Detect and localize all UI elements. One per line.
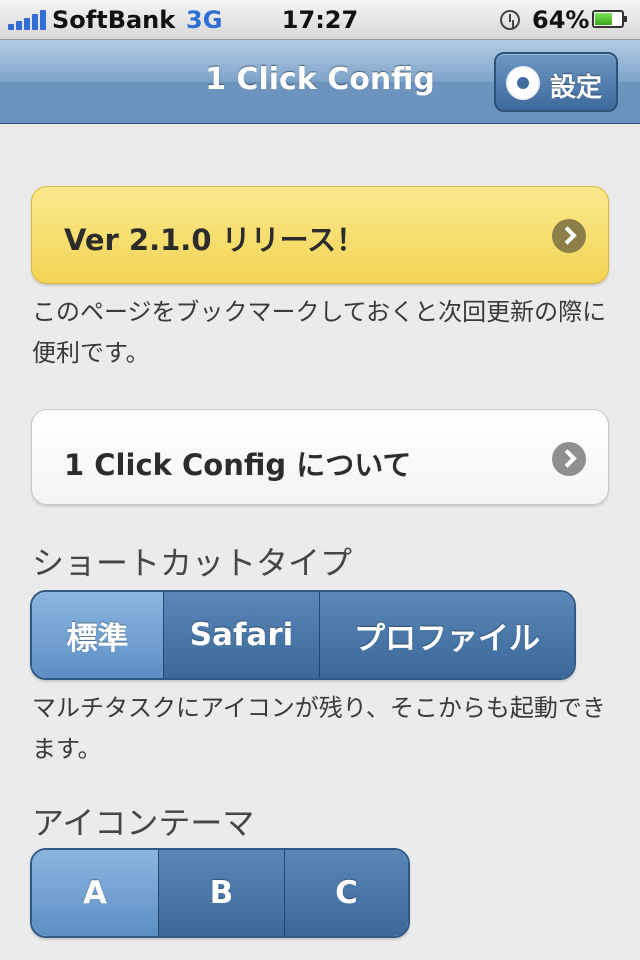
release-banner-button[interactable]: Ver 2.1.0 リリース！ <box>31 186 609 284</box>
bookmark-note: このページをブックマークしておくと次回更新の際に便利です。 <box>32 298 607 367</box>
about-button[interactable]: 1 Click Config について <box>31 409 609 505</box>
settings-label: 設定 <box>550 73 603 103</box>
icon-theme-heading: アイコンテーマ <box>32 804 255 842</box>
chevron-right-icon <box>552 442 586 476</box>
battery-percentage: 64% <box>532 6 590 34</box>
segment-safari[interactable]: Safari <box>163 592 319 678</box>
icon-theme-segmented-control: A B C <box>30 848 410 938</box>
segment-profile[interactable]: プロファイル <box>319 592 574 678</box>
battery-icon <box>592 10 627 28</box>
shortcut-type-segmented-control: 標準 Safari プロファイル <box>30 590 576 680</box>
alarm-clock-icon <box>500 10 520 30</box>
release-banner-label: Ver 2.1.0 リリース！ <box>64 223 366 257</box>
segment-standard[interactable]: 標準 <box>32 592 163 678</box>
about-label: 1 Click Config について <box>64 448 412 482</box>
multitask-note: マルチタスクにアイコンが残り、そこからも起動できます。 <box>32 694 606 763</box>
settings-button[interactable]: 設定 <box>494 52 618 112</box>
status-bar: SoftBank 3G 17:27 64% <box>0 0 640 40</box>
chevron-right-icon <box>552 219 586 253</box>
gear-icon <box>508 68 538 98</box>
segment-theme-a[interactable]: A <box>32 850 158 936</box>
segment-theme-b[interactable]: B <box>158 850 284 936</box>
shortcut-type-heading: ショートカットタイプ <box>32 544 353 582</box>
segment-theme-c[interactable]: C <box>284 850 408 936</box>
navigation-bar: 1 Click Config 設定 <box>0 40 640 124</box>
